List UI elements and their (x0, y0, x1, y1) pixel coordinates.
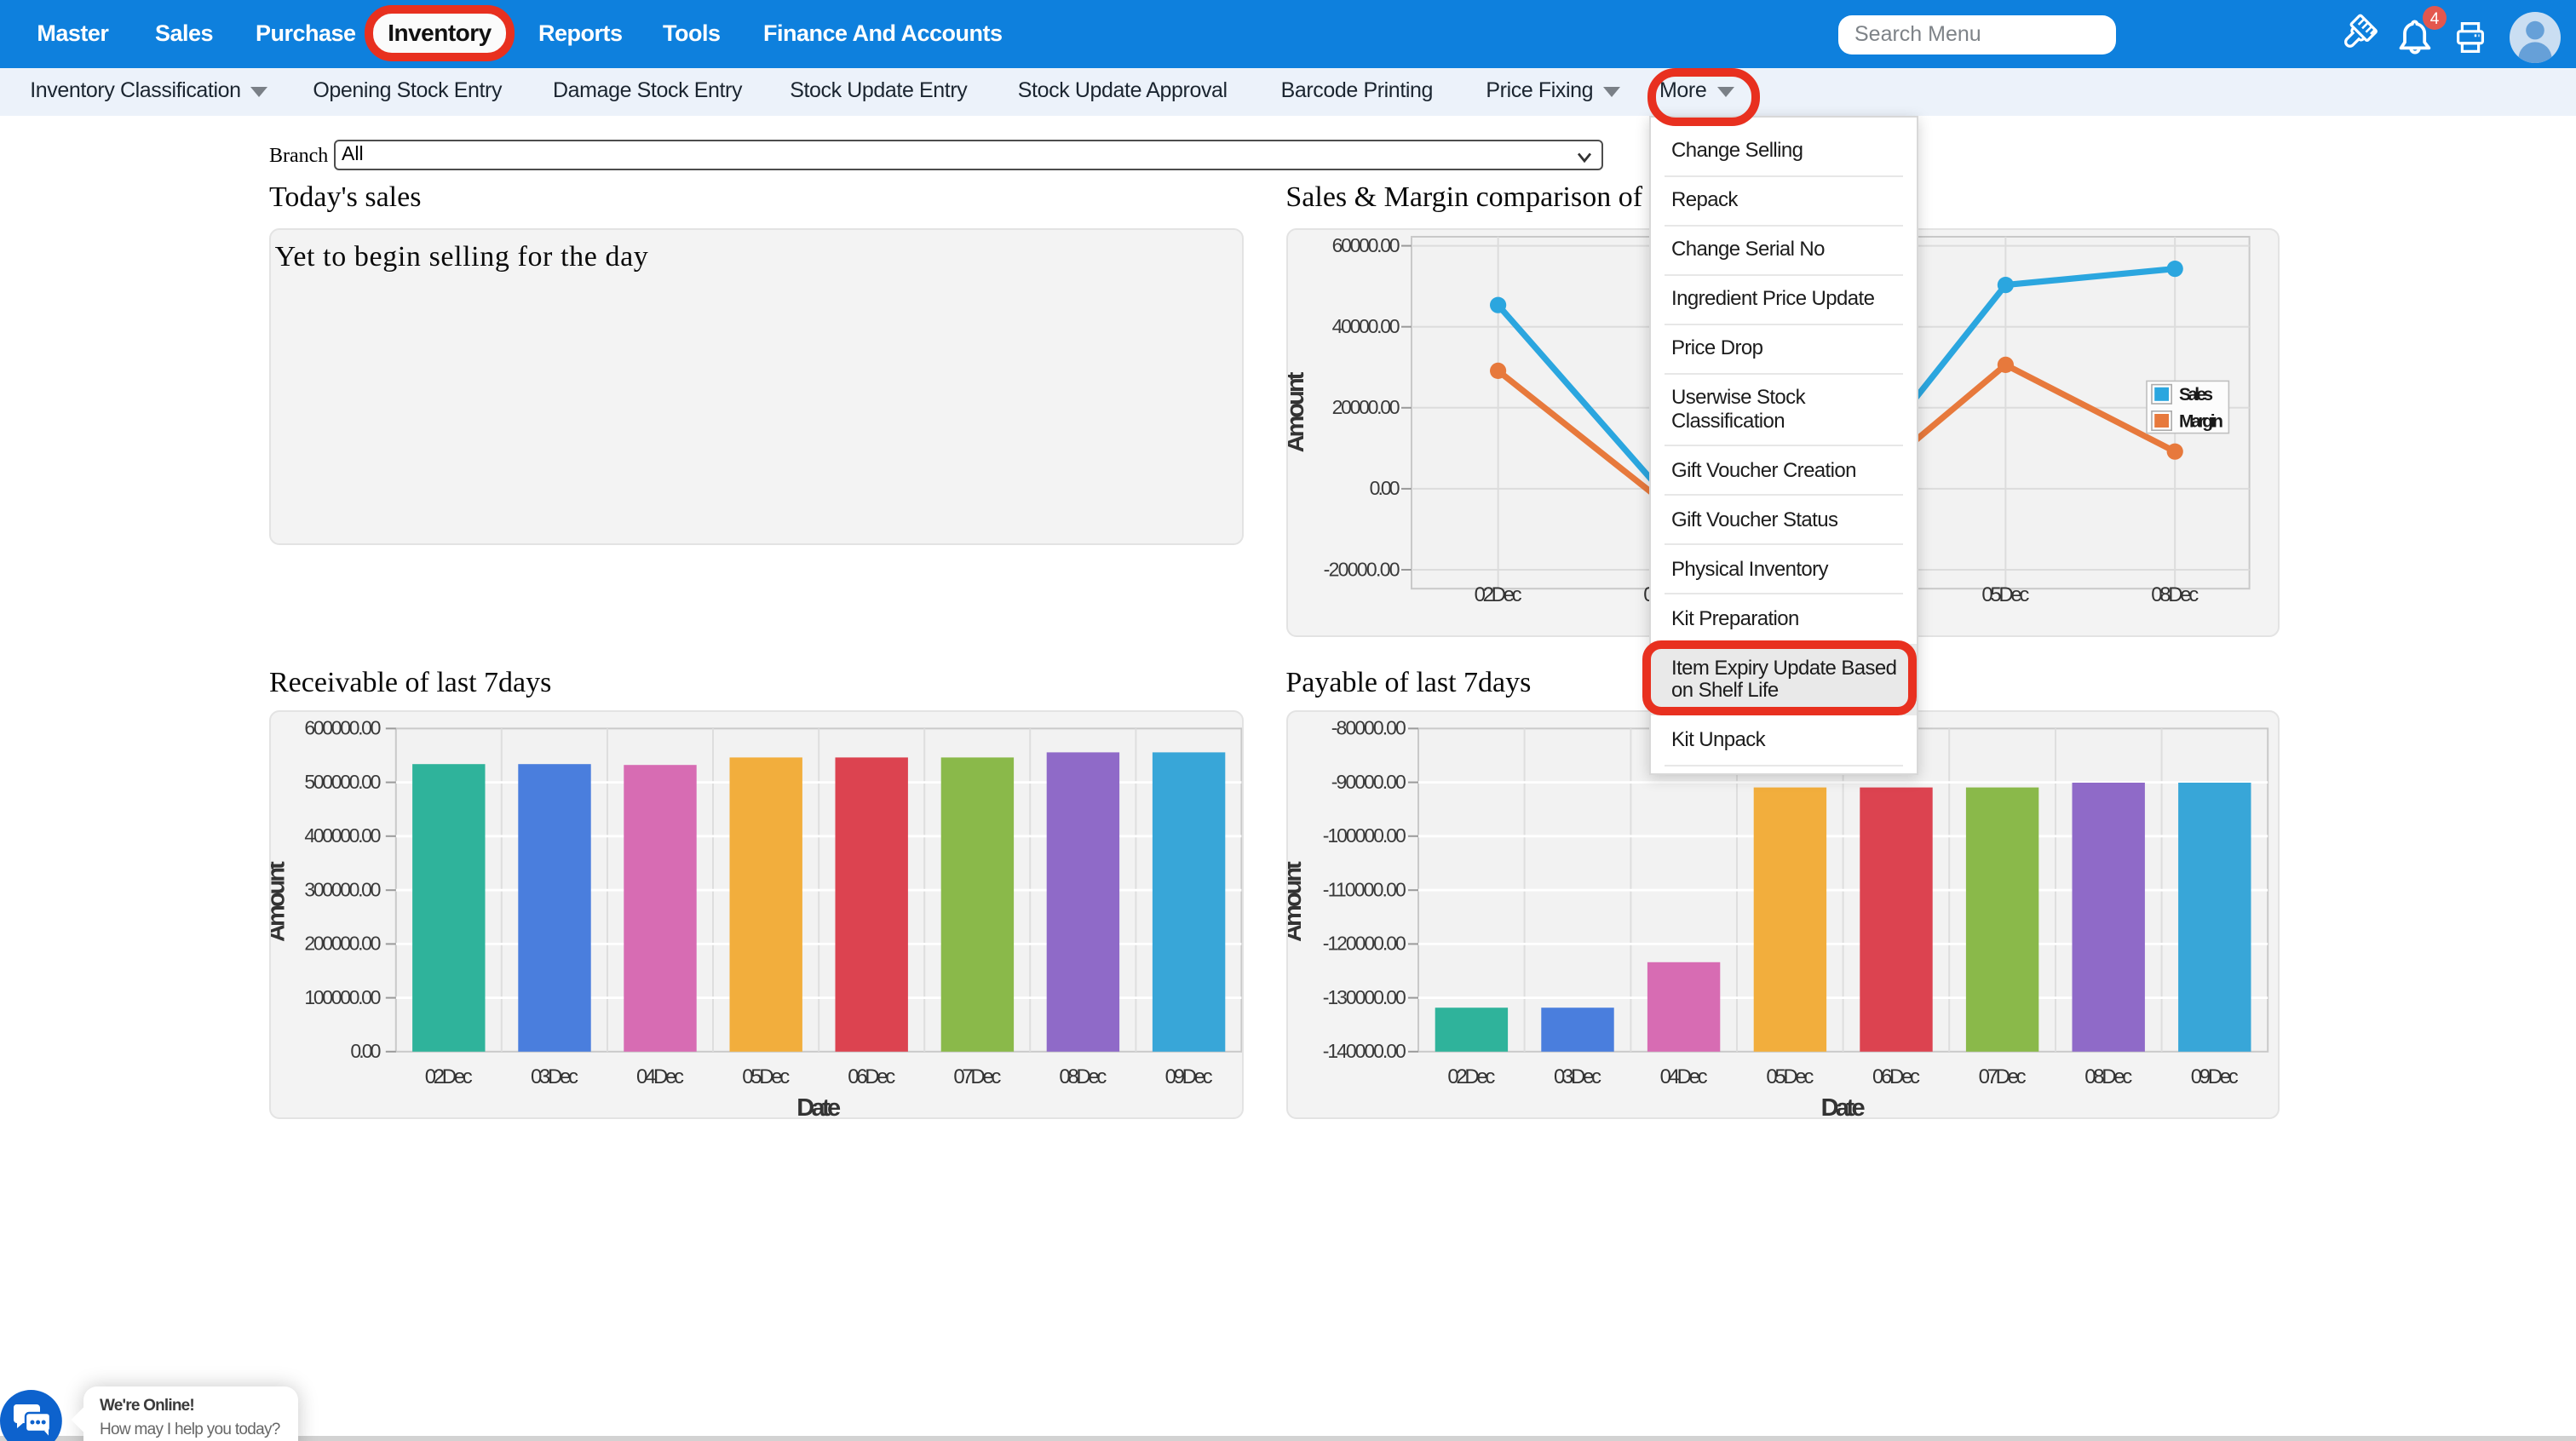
svg-text:08Dec: 08Dec (2084, 1065, 2132, 1088)
svg-text:05Dec: 05Dec (1766, 1065, 1814, 1088)
svg-text:-100000.00: -100000.00 (1322, 824, 1406, 846)
svg-text:-140000.00: -140000.00 (1322, 1039, 1406, 1061)
svg-text:400000.00: 400000.00 (304, 824, 381, 846)
svg-text:300000.00: 300000.00 (304, 878, 381, 900)
svg-text:04Dec: 04Dec (1659, 1065, 1707, 1088)
svg-text:09Dec: 09Dec (2190, 1065, 2238, 1088)
svg-text:-120000.00: -120000.00 (1322, 932, 1406, 954)
svg-text:09Dec: 09Dec (1164, 1065, 1212, 1088)
svg-text:500000.00: 500000.00 (304, 770, 381, 792)
svg-text:06Dec: 06Dec (1872, 1065, 1919, 1088)
svg-text:05Dec: 05Dec (742, 1065, 790, 1088)
svg-text:100000.00: 100000.00 (304, 985, 381, 1008)
svg-text:Date: Date (796, 1094, 841, 1117)
svg-text:02Dec: 02Dec (1447, 1065, 1495, 1088)
svg-text:05Dec: 05Dec (1981, 583, 2029, 606)
svg-text:02Dec: 02Dec (424, 1065, 472, 1088)
svg-text:-80000.00: -80000.00 (1331, 716, 1406, 738)
svg-text:Sales: Sales (2178, 385, 2212, 405)
svg-text:600000.00: 600000.00 (304, 716, 381, 738)
svg-text:07Dec: 07Dec (953, 1065, 1001, 1088)
svg-text:200000.00: 200000.00 (304, 932, 381, 954)
svg-text:06Dec: 06Dec (848, 1065, 895, 1088)
svg-text:03Dec: 03Dec (1553, 1065, 1601, 1088)
svg-text:40000.00: 40000.00 (1331, 315, 1400, 337)
svg-text:Date: Date (1820, 1094, 1865, 1117)
svg-text:03Dec: 03Dec (531, 1065, 578, 1088)
svg-text:Amount: Amount (1287, 371, 1308, 452)
svg-text:-110000.00: -110000.00 (1322, 878, 1406, 900)
svg-text:08Dec: 08Dec (2151, 583, 2199, 606)
svg-text:02Dec: 02Dec (1474, 583, 1521, 606)
svg-text:60000.00: 60000.00 (1331, 234, 1400, 256)
svg-text:0.00: 0.00 (1369, 477, 1400, 499)
svg-text:0.00: 0.00 (350, 1039, 381, 1061)
svg-text:-20000.00: -20000.00 (1323, 558, 1400, 580)
svg-text:20000.00: 20000.00 (1331, 396, 1400, 418)
svg-text:07Dec: 07Dec (1978, 1065, 2026, 1088)
svg-text:-130000.00: -130000.00 (1322, 985, 1406, 1008)
svg-text:Amount: Amount (271, 860, 290, 941)
svg-text:Amount: Amount (1287, 860, 1306, 941)
svg-text:-90000.00: -90000.00 (1331, 770, 1406, 792)
svg-text:04Dec: 04Dec (636, 1065, 684, 1088)
svg-text:4: 4 (2430, 10, 2440, 28)
svg-text:08Dec: 08Dec (1059, 1065, 1107, 1088)
svg-text:Margin: Margin (2178, 411, 2222, 431)
